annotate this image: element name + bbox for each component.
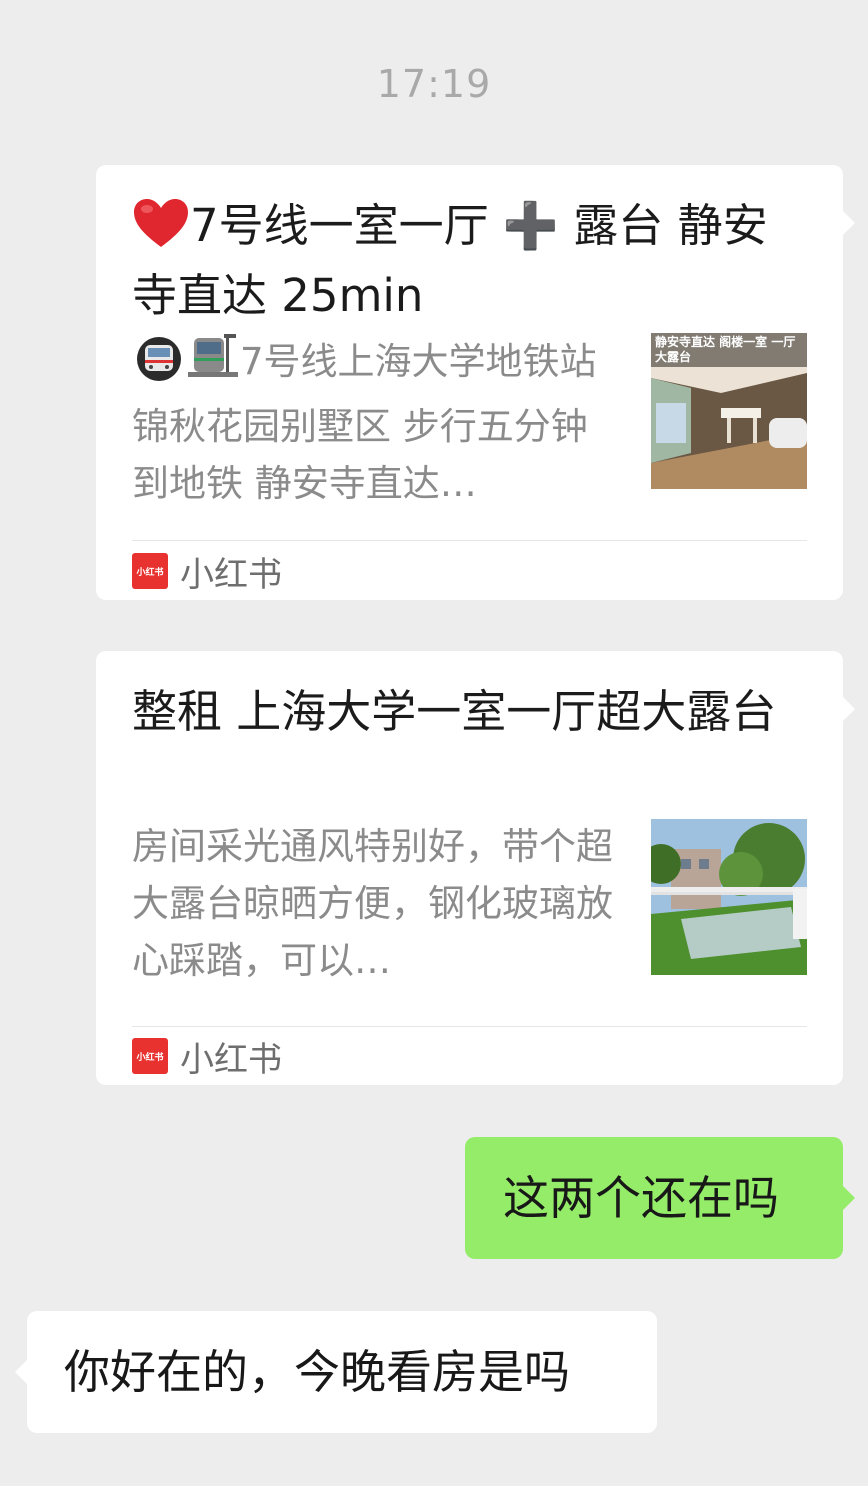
heart-icon xyxy=(132,197,190,265)
card-title: 7号线一室一厅 ➕ 露台 静安寺直达 25min xyxy=(132,195,812,319)
card-title: 整租 上海大学一室一厅超大露台 xyxy=(132,685,777,738)
card-thumbnail: 静安寺直达 阁楼一室 一厅 大露台 xyxy=(651,333,807,489)
card-source: 小红书 小红书 xyxy=(132,551,282,595)
card-description: 7号线上海大学地铁站 锦秋花园别墅区 步行五分钟到地铁 静安寺直达… xyxy=(132,332,622,503)
metro-icon xyxy=(132,336,186,398)
card-divider xyxy=(132,540,807,541)
source-name: 小红书 xyxy=(180,554,282,595)
message-timestamp: 17:19 xyxy=(376,62,492,106)
card-description: 房间采光通风特别好，带个超大露台晾晒方便，钢化玻璃放心踩踏，可以… xyxy=(132,825,613,982)
source-name: 小红书 xyxy=(180,1039,282,1080)
card-source: 小红书 小红书 xyxy=(132,1036,282,1080)
xiaohongshu-logo-icon: 小红书 xyxy=(132,553,168,589)
card-thumbnail xyxy=(651,819,807,975)
message-text: 这两个还在吗 xyxy=(503,1171,779,1225)
shared-link-card[interactable]: 7号线一室一厅 ➕ 露台 静安寺直达 25min 7号线上海大学地铁站 锦秋花园… xyxy=(96,165,855,600)
thumbnail-caption: 静安寺直达 阁楼一室 一厅 大露台 xyxy=(655,335,796,364)
outgoing-message-bubble[interactable]: 这两个还在吗 xyxy=(465,1137,855,1259)
xiaohongshu-logo-icon: 小红书 xyxy=(132,1038,168,1074)
train-icon xyxy=(186,332,240,398)
card-divider xyxy=(132,1026,807,1027)
message-text: 你好在的，今晚看房是吗 xyxy=(64,1345,570,1399)
card-title-text: 7号线一室一厅 ➕ 露台 静安寺直达 25min xyxy=(132,199,768,319)
shared-link-card[interactable]: 整租 上海大学一室一厅超大露台 房间采光通风特别好，带个超大露台晾晒方便，钢化玻… xyxy=(96,651,855,1085)
incoming-message-bubble[interactable]: 你好在的，今晚看房是吗 xyxy=(15,1311,657,1433)
